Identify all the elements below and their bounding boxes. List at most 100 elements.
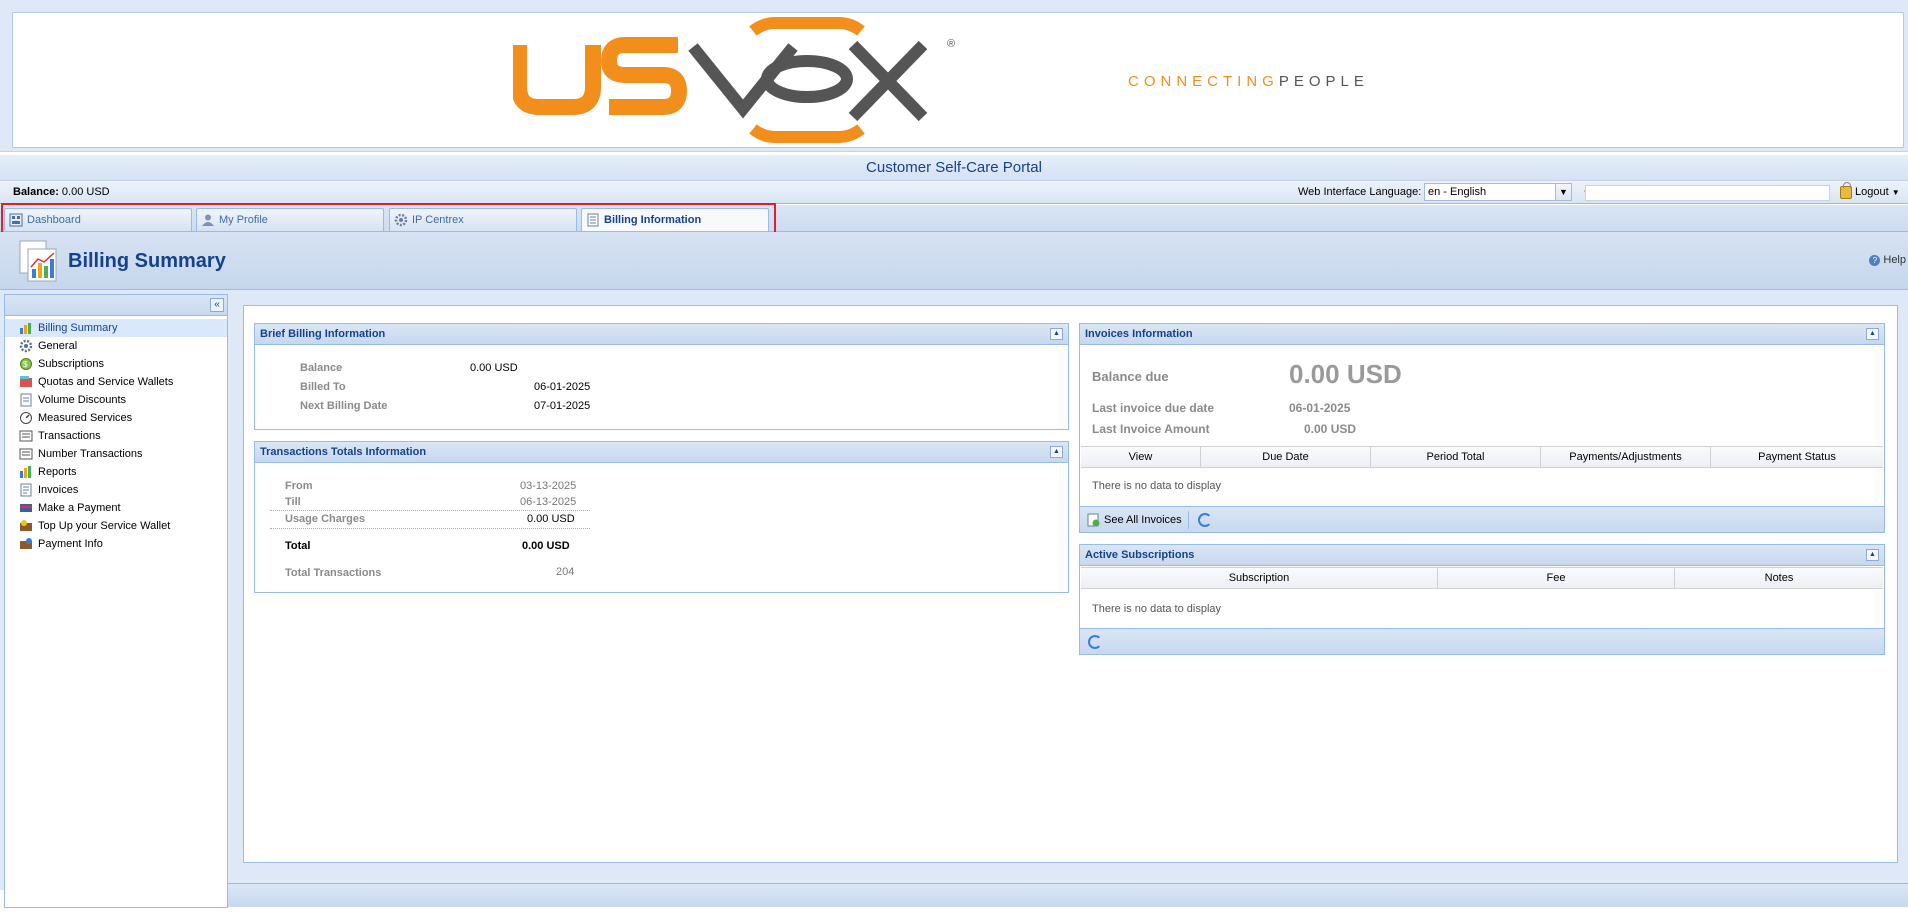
column-header-payments[interactable]: Payments/Adjustments [1541,447,1711,468]
sidebar-item-label: Make a Payment [38,502,121,514]
column-header-due-date[interactable]: Due Date [1201,447,1371,468]
invoice-add-icon [1087,513,1100,527]
tab-label: Billing Information [604,214,702,226]
from-label: From [285,480,313,492]
sidebar-header: « [5,295,227,316]
tab-my-profile[interactable]: My Profile [196,208,384,231]
gear-icon [19,339,33,353]
last-invoice-due-label: Last invoice due date [1092,401,1215,415]
subscriptions-grid-header: Subscription Fee Notes [1081,567,1883,589]
help-label: Help [1883,254,1906,266]
sidebar-item-invoices[interactable]: Invoices [5,481,227,499]
column-header-period-total[interactable]: Period Total [1371,447,1541,468]
column-header-fee[interactable]: Fee [1438,568,1675,589]
balance-due-label: Balance due [1092,369,1169,384]
column-header-subscription[interactable]: Subscription [1081,568,1438,589]
help-icon: ? [1869,254,1881,266]
panel-header: Active Subscriptions ▲ [1080,545,1884,566]
sidebar-item-billing-summary[interactable]: Billing Summary [5,319,227,337]
panel-title: Invoices Information [1085,328,1193,340]
collapse-sidebar-icon[interactable]: « [210,298,224,312]
last-invoice-amount-value: 0.00 USD [1304,422,1357,436]
subscriptions-empty-text: There is no data to display [1092,603,1222,615]
invoices-grid-header: View Due Date Period Total Payments/Adju… [1081,446,1883,468]
tab-dashboard[interactable]: Dashboard [4,208,192,231]
refresh-icon[interactable] [1198,513,1212,527]
balance-value: 0.00 USD [61,186,110,198]
collapse-panel-icon[interactable]: ▲ [1866,549,1879,561]
language-select[interactable]: en - English ▼ [1424,183,1572,201]
banner-frame: ® CONNECTINGPEOPLE [12,12,1904,148]
chevron-down-icon[interactable]: ▼ [1555,184,1571,200]
next-billing-value: 07-01-2025 [534,400,591,412]
billed-to-label: Billed To [300,381,346,393]
divider [270,510,590,511]
balance-label: Balance [300,362,343,374]
collapse-panel-icon[interactable]: ▲ [1050,446,1063,458]
panel-title: Active Subscriptions [1085,549,1195,561]
panel-title: Brief Billing Information [260,328,386,340]
header-banner: ® CONNECTINGPEOPLE [0,0,1908,152]
collapse-panel-icon[interactable]: ▲ [1050,328,1063,340]
sidebar-item-label: Volume Discounts [38,394,127,406]
last-invoice-amount-label: Last Invoice Amount [1092,422,1210,436]
tab-billing-information[interactable]: Billing Information [581,208,769,231]
sidebar-item-top-up-wallet[interactable]: Top Up your Service Wallet [5,517,227,535]
refresh-icon[interactable] [1088,635,1102,649]
collapse-panel-icon[interactable]: ▲ [1866,328,1879,340]
panel-title: Transactions Totals Information [260,446,427,458]
sidebar-item-label: Reports [38,466,77,478]
sidebar-item-general[interactable]: General [5,337,227,355]
next-billing-label: Next Billing Date [300,400,388,412]
transactions-totals-panel: Transactions Totals Information ▲ From 0… [254,441,1069,593]
language-label: Web Interface Language: [1298,186,1422,198]
help-button[interactable]: ? Help [1869,254,1906,266]
sidebar-item-transactions[interactable]: Transactions [5,427,227,445]
sidebar-item-payment-info[interactable]: Payment Info [5,535,227,553]
sidebar-item-label: Quotas and Service Wallets [38,376,174,388]
search-input[interactable] [1585,185,1830,201]
usage-charges-value: 0.00 USD [527,513,575,525]
column-header-payment-status[interactable]: Payment Status [1711,447,1883,468]
tab-label: IP Centrex [412,214,464,226]
invoice-icon [20,483,32,497]
sidebar-item-label: General [38,340,78,352]
divider [270,528,590,529]
document-icon [587,213,599,227]
svg-text:®: ® [947,38,955,50]
last-invoice-due-value: 06-01-2025 [1289,401,1351,415]
sidebar-item-label: Payment Info [38,538,103,550]
dashboard-icon [9,213,23,227]
topup-icon [20,520,32,531]
column-header-view[interactable]: View [1081,447,1201,468]
subscriptions-icon: $ [20,358,32,370]
panel-header: Transactions Totals Information ▲ [255,442,1068,463]
total-transactions-value: 204 [556,566,575,578]
active-subscriptions-panel: Active Subscriptions ▲ Subscription Fee … [1079,544,1885,655]
see-all-invoices-button[interactable]: See All Invoices [1086,512,1182,528]
sidebar-item-measured-services[interactable]: Measured Services [5,409,227,427]
sidebar-item-make-payment[interactable]: Make a Payment [5,499,227,517]
sidebar-item-quotas[interactable]: Quotas and Service Wallets [5,373,227,391]
gear-icon [394,213,408,227]
logout-button[interactable]: Logout ▼ [1840,181,1900,201]
page-title: Billing Summary [68,250,226,272]
sidebar-item-subscriptions[interactable]: $ Subscriptions [5,355,227,373]
sidebar-item-label: Number Transactions [38,448,143,460]
sidebar-item-reports[interactable]: Reports [5,463,227,481]
till-label: Till [285,496,301,508]
sidebar-item-number-transactions[interactable]: Number Transactions [5,445,227,463]
balance-value: 0.00 USD [470,362,518,374]
column-header-notes[interactable]: Notes [1675,568,1883,589]
subscriptions-footer [1080,628,1884,654]
discount-icon [20,393,32,407]
company-logo: ® [513,17,955,143]
language-value: en - English [1428,186,1487,198]
balance-due-value: 0.00 USD [1289,359,1402,389]
caret-down-icon: ▼ [1891,188,1900,197]
sidebar-item-volume-discounts[interactable]: Volume Discounts [5,391,227,409]
reports-icon [20,466,31,478]
tab-ip-centrex[interactable]: IP Centrex [389,208,577,231]
total-transactions-label: Total Transactions [285,567,382,579]
billing-chart-icon [19,240,57,282]
